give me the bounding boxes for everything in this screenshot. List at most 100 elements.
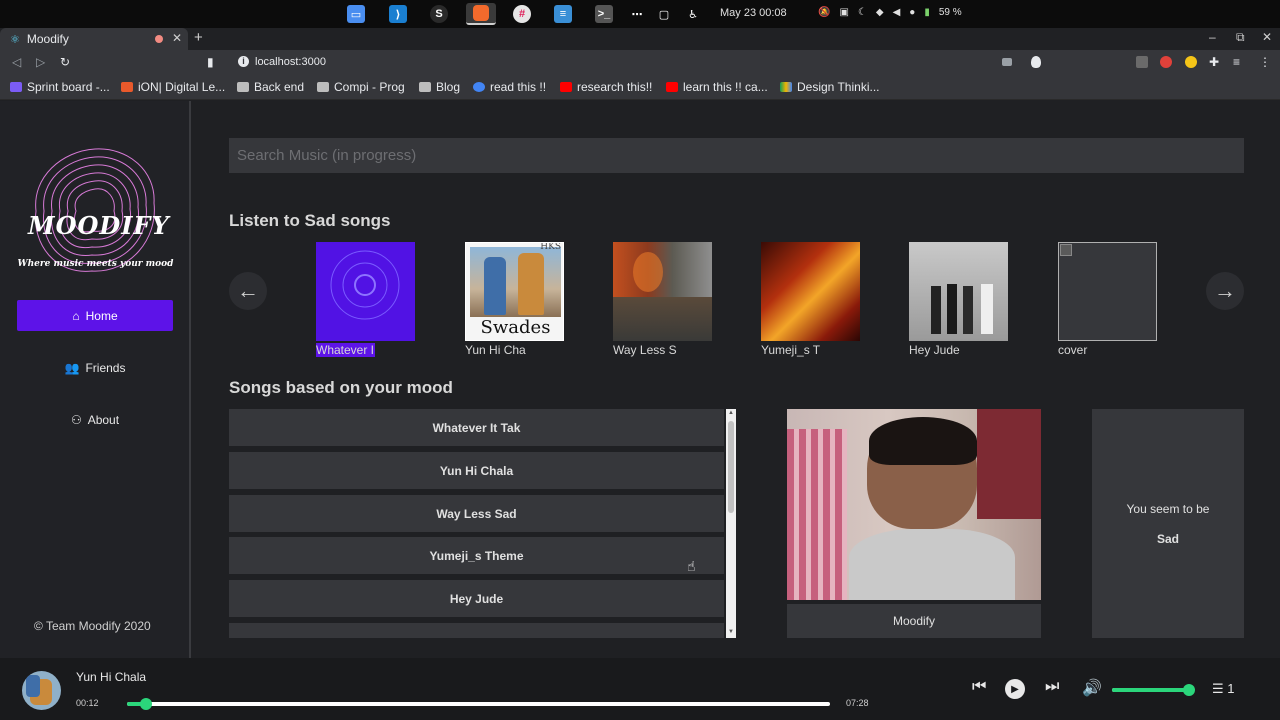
- restore-button[interactable]: ⧉: [1236, 30, 1245, 45]
- brave-icon[interactable]: [466, 3, 496, 25]
- nav-about[interactable]: ⚇ About: [17, 404, 173, 435]
- mood-song-button[interactable]: Yumeji_s Theme: [229, 537, 724, 574]
- close-tab-icon[interactable]: ✕: [172, 31, 182, 45]
- song-card[interactable]: Yumeji_s T: [761, 242, 860, 357]
- battery-level: 59 %: [938, 7, 962, 18]
- folder-icon: [419, 82, 431, 92]
- mute-button[interactable]: 🔊: [1082, 678, 1102, 698]
- menu-icon[interactable]: ⋮: [1259, 55, 1271, 69]
- search-input[interactable]: [229, 138, 1244, 173]
- song-card-label: Hey Jude: [909, 343, 960, 357]
- youtube-icon: [666, 82, 678, 92]
- now-playing-title: Yun Hi Chala: [76, 670, 147, 684]
- playlist-icon[interactable]: ≡: [1233, 55, 1240, 69]
- play-button[interactable]: ▶: [1005, 679, 1025, 699]
- song-card[interactable]: cover: [1058, 242, 1157, 357]
- forward-icon[interactable]: ▷: [36, 55, 45, 69]
- volume-icon: 🔊: [1082, 680, 1102, 697]
- files-icon[interactable]: ▭: [347, 5, 365, 23]
- list-scrollbar[interactable]: ▲ ▼: [726, 409, 736, 638]
- progress-knob[interactable]: [139, 698, 152, 710]
- webcam-feed: [787, 409, 1041, 600]
- carousel-prev-button[interactable]: ←: [229, 272, 267, 310]
- terminal-icon[interactable]: >_: [595, 5, 613, 23]
- song-card-label: Whatever I: [316, 343, 376, 357]
- mood-song-list[interactable]: Whatever It Tak Yun Hi Chala Way Less Sa…: [229, 409, 737, 638]
- cover-corner-text: HKS: [540, 242, 561, 252]
- bookmark-item[interactable]: Design Thinki...: [780, 80, 879, 94]
- sidebar: MOODIFY Where music meets your mood ⌂ Ho…: [0, 101, 191, 658]
- next-track-button[interactable]: ⏭: [1045, 678, 1059, 696]
- volume-slider[interactable]: [1112, 684, 1195, 696]
- extension-1-icon[interactable]: [1136, 56, 1148, 68]
- mood-result-panel: You seem to be Sad: [1092, 409, 1244, 638]
- slack-icon[interactable]: #: [513, 5, 531, 23]
- extension-2-icon[interactable]: [1160, 56, 1172, 68]
- bookmark-folder[interactable]: Blog: [419, 80, 460, 94]
- queue-button[interactable]: ☰ 1: [1212, 681, 1235, 697]
- skip-back-icon: ⏮: [972, 678, 987, 695]
- arrow-left-icon: ←: [237, 278, 259, 303]
- bookmark-item[interactable]: read this !!: [473, 80, 546, 94]
- scroll-up-icon[interactable]: ▲: [728, 410, 734, 416]
- queue-icon: ☰: [1212, 681, 1224, 696]
- tab-moodify[interactable]: ⚛ Moodify ✕: [0, 28, 188, 50]
- bookmark-folder[interactable]: Compi - Prog: [317, 80, 405, 94]
- progress-bar[interactable]: [127, 698, 830, 710]
- wifi-icon: ◆: [875, 7, 884, 18]
- song-card[interactable]: HKS Swades Yun Hi Cha: [465, 242, 564, 357]
- bookmark-icon[interactable]: ▮: [207, 55, 214, 69]
- volume-knob[interactable]: [1183, 684, 1195, 696]
- recording-icon: [155, 35, 163, 43]
- camera-icon[interactable]: [1002, 58, 1012, 66]
- bookmark-item[interactable]: research this!!: [560, 80, 652, 94]
- mood-song-button[interactable]: Way Less Sad: [229, 495, 724, 532]
- bookmark-item[interactable]: iON| Digital Le...: [121, 80, 225, 94]
- minimize-button[interactable]: –: [1209, 30, 1216, 44]
- nav-friends[interactable]: 👥 Friends: [17, 352, 173, 383]
- song-card-label: Way Less S: [613, 343, 677, 357]
- puzzle-icon[interactable]: ✚: [1209, 55, 1219, 69]
- apps-icon[interactable]: ⋯: [628, 5, 646, 23]
- song-card-label: Yumeji_s T: [761, 343, 821, 357]
- music-player-bar: Yun Hi Chala 00:12 07:28 ⏮ ▶ ⏭ 🔊 ☰ 1: [0, 658, 1280, 720]
- bookmark-item[interactable]: learn this !! ca...: [666, 80, 768, 94]
- address-bar[interactable]: localhost:3000: [255, 56, 326, 68]
- nav-home[interactable]: ⌂ Home: [17, 300, 173, 331]
- mood-song-button[interactable]: Hey Jude: [229, 580, 724, 617]
- tablet-icon: ▣: [839, 7, 849, 18]
- reload-icon[interactable]: ↻: [60, 55, 70, 69]
- skype-icon[interactable]: S: [430, 5, 448, 23]
- scroll-thumb[interactable]: [728, 421, 734, 513]
- clock[interactable]: May 23 00:08: [720, 7, 787, 19]
- clipboard-icon[interactable]: ▢: [655, 5, 673, 23]
- mood-song-button[interactable]: Yun Hi Chala: [229, 452, 724, 489]
- close-window-button[interactable]: ✕: [1262, 30, 1272, 44]
- now-playing-cover[interactable]: [22, 671, 61, 710]
- cover-art-circles: [330, 250, 400, 320]
- browser-toolbar: ◁ ▷ ↻ ▮ i localhost:3000 ✚ ≡ ⋮: [0, 50, 1280, 75]
- shield-icon[interactable]: [1031, 56, 1041, 68]
- extension-3-icon[interactable]: [1185, 56, 1197, 68]
- bookmark-folder[interactable]: Back end: [237, 80, 304, 94]
- mood-song-button[interactable]: [229, 623, 724, 638]
- song-card[interactable]: Hey Jude: [909, 242, 1008, 357]
- new-tab-button[interactable]: +: [194, 29, 203, 46]
- song-card[interactable]: Way Less S: [613, 242, 712, 357]
- mood-song-button[interactable]: Whatever It Tak: [229, 409, 724, 446]
- vscode-icon[interactable]: ⟩: [389, 5, 407, 23]
- mood-list-title: Songs based on your mood: [229, 378, 453, 397]
- volume-icon: ◀: [892, 7, 901, 18]
- song-card[interactable]: Whatever I: [316, 242, 415, 362]
- people-icon: ⚇: [70, 412, 82, 427]
- settings-icon[interactable]: ≡: [554, 5, 572, 23]
- carousel-next-button[interactable]: →: [1206, 272, 1244, 310]
- system-tray[interactable]: 🔕 ▣ ☾ ◆ ◀ ● ▮ 59 %: [818, 7, 962, 18]
- mood-prefix-text: You seem to be: [1126, 502, 1210, 516]
- scroll-down-icon[interactable]: ▼: [728, 629, 734, 635]
- accessibility-icon[interactable]: ♿: [684, 5, 702, 23]
- previous-track-button[interactable]: ⏮: [972, 678, 986, 696]
- info-icon[interactable]: i: [238, 56, 249, 67]
- back-icon[interactable]: ◁: [12, 55, 21, 69]
- bookmark-item[interactable]: Sprint board -...: [10, 80, 110, 94]
